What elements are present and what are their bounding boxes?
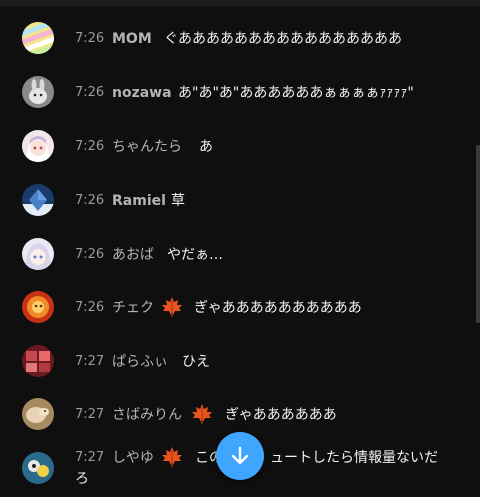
message-author[interactable]: さばみりん (112, 406, 182, 424)
message-timestamp: 7:26 (75, 247, 105, 262)
chat-message: 7:26 チェク ぎゃああああああああああ (0, 291, 470, 325)
arrow-down-icon (228, 444, 252, 468)
avatar[interactable] (22, 184, 54, 216)
message-timestamp: 7:27 (75, 450, 105, 465)
message-text: ひえ (182, 354, 210, 370)
message-text: ぐああああああああああああああああ (164, 31, 402, 47)
chat-list: 7:26 MOM ぐああああああああああああああああ 7:26 nozawa あ… (0, 0, 480, 497)
message-author[interactable]: ぱらふぃ (112, 353, 168, 371)
maple-leaf-icon (161, 296, 183, 318)
scrollbar[interactable] (476, 145, 480, 323)
avatar[interactable] (22, 291, 54, 323)
avatar[interactable] (22, 22, 54, 54)
message-text: やだぁ… (167, 247, 223, 263)
message-author[interactable]: ちゃんたら (112, 138, 182, 156)
message-text: ぎゃああああああああああ (194, 300, 362, 316)
message-timestamp: 7:26 (75, 193, 105, 208)
message-timestamp: 7:26 (75, 85, 105, 100)
chat-message: 7:26 ちゃんたら あ (0, 130, 470, 164)
chat-message: 7:27 ぱらふぃ ひえ (0, 345, 470, 379)
chat-message: 7:26 あおば やだぁ… (0, 238, 470, 272)
message-author[interactable]: MOM (112, 30, 152, 48)
avatar[interactable] (22, 76, 54, 108)
scroll-to-bottom-button[interactable] (216, 432, 264, 480)
avatar[interactable] (22, 238, 54, 270)
chat-message: 7:27 さばみりん ぎゃああああああ (0, 398, 470, 432)
message-text: あ"あ"あ"ああああああぁぁぁぁｧｧｧｧ" (178, 85, 414, 101)
chat-message: 7:26 Ramiel 草 (0, 184, 470, 218)
avatar[interactable] (22, 452, 54, 484)
avatar[interactable] (22, 398, 54, 430)
message-timestamp: 7:27 (75, 407, 105, 422)
message-timestamp: 7:27 (75, 354, 105, 369)
maple-leaf-icon (191, 403, 213, 425)
message-author[interactable]: nozawa (112, 84, 172, 102)
avatar[interactable] (22, 345, 54, 377)
message-text: ぎゃああああああ (225, 407, 337, 423)
message-author[interactable]: あおば (112, 246, 154, 264)
message-text: あ (199, 139, 213, 155)
maple-leaf-icon (161, 446, 183, 468)
message-author[interactable]: しやゆ (112, 449, 154, 467)
message-timestamp: 7:26 (75, 300, 105, 315)
message-text-wrap: ろ (75, 471, 89, 487)
chat-message: 7:26 MOM ぐああああああああああああああああ (0, 22, 470, 56)
message-text: ュートしたら情報量ないだ (270, 450, 438, 466)
message-timestamp: 7:26 (75, 31, 105, 46)
message-author[interactable]: チェク (112, 299, 154, 317)
chat-message: 7:26 nozawa あ"あ"あ"ああああああぁぁぁぁｧｧｧｧ" (0, 76, 470, 110)
message-text: 草 (171, 193, 185, 209)
message-timestamp: 7:26 (75, 139, 105, 154)
avatar[interactable] (22, 130, 54, 162)
message-author[interactable]: Ramiel (112, 192, 166, 210)
